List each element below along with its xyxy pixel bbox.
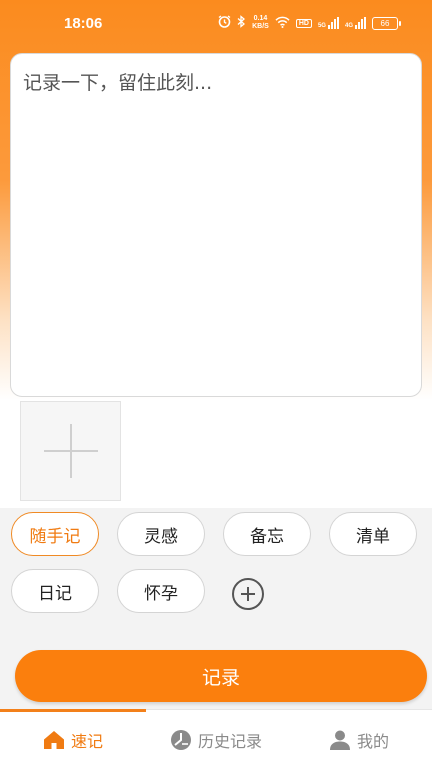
status-icons: 0.14 KB/S HD 5G 4G 66 [218,15,401,31]
tab-mine-label: 我的 [356,731,389,751]
signal-bar [336,17,339,29]
signal-bar [361,19,363,29]
tab-mine[interactable]: 我的 [286,710,432,768]
status-bar: 18:06 0.14 KB/S HD 5G 4G 66 [0,0,432,50]
signal-bar [330,22,333,29]
alarm-icon [218,15,231,31]
battery-level: 66 [380,18,390,28]
bottom-tab-bar: 速记 历史记录 我的 [0,709,432,768]
home-icon [43,730,65,750]
signal-bar [358,22,360,29]
signal-5g-icon: 5G [318,17,339,29]
network-speed-unit: KB/S [252,23,269,30]
bluetooth-icon [237,15,246,31]
history-icon [170,729,192,751]
battery-icon: 66 [372,16,401,30]
signal-bar [355,25,357,29]
tab-history[interactable]: 历史记录 [146,710,286,768]
note-input[interactable] [23,68,409,382]
tag-huaiyun[interactable]: 怀孕 [117,569,205,613]
tab-history-label: 历史记录 [197,731,262,751]
note-card [10,53,422,397]
network-speed: 0.14 KB/S [252,15,269,31]
tag-riji[interactable]: 日记 [11,569,99,613]
tab-suji[interactable]: 速记 [0,710,146,768]
signal-5g-label: 5G [317,23,326,29]
add-image-button[interactable] [20,401,121,501]
tag-beiwang[interactable]: 备忘 [223,512,311,556]
signal-bar [327,25,330,29]
signal-4g-label: 4G [344,23,353,29]
record-button[interactable]: 记录 [15,650,427,702]
tab-suji-label: 速记 [70,731,103,751]
person-icon [329,729,351,751]
signal-4g-icon: 4G [345,17,366,29]
tag-qingdan[interactable]: 清单 [329,512,417,556]
plus-icon [70,424,72,478]
status-time: 18:06 [64,15,103,32]
signal-bar [364,17,366,29]
add-tag-icon[interactable] [232,578,264,610]
tag-suishouji[interactable]: 随手记 [11,512,99,556]
signal-bar [333,19,336,29]
tag-linggan[interactable]: 灵感 [117,512,205,556]
wifi-icon [275,16,290,31]
network-speed-value: 0.14 [253,15,268,22]
hd-badge: HD [295,18,312,28]
